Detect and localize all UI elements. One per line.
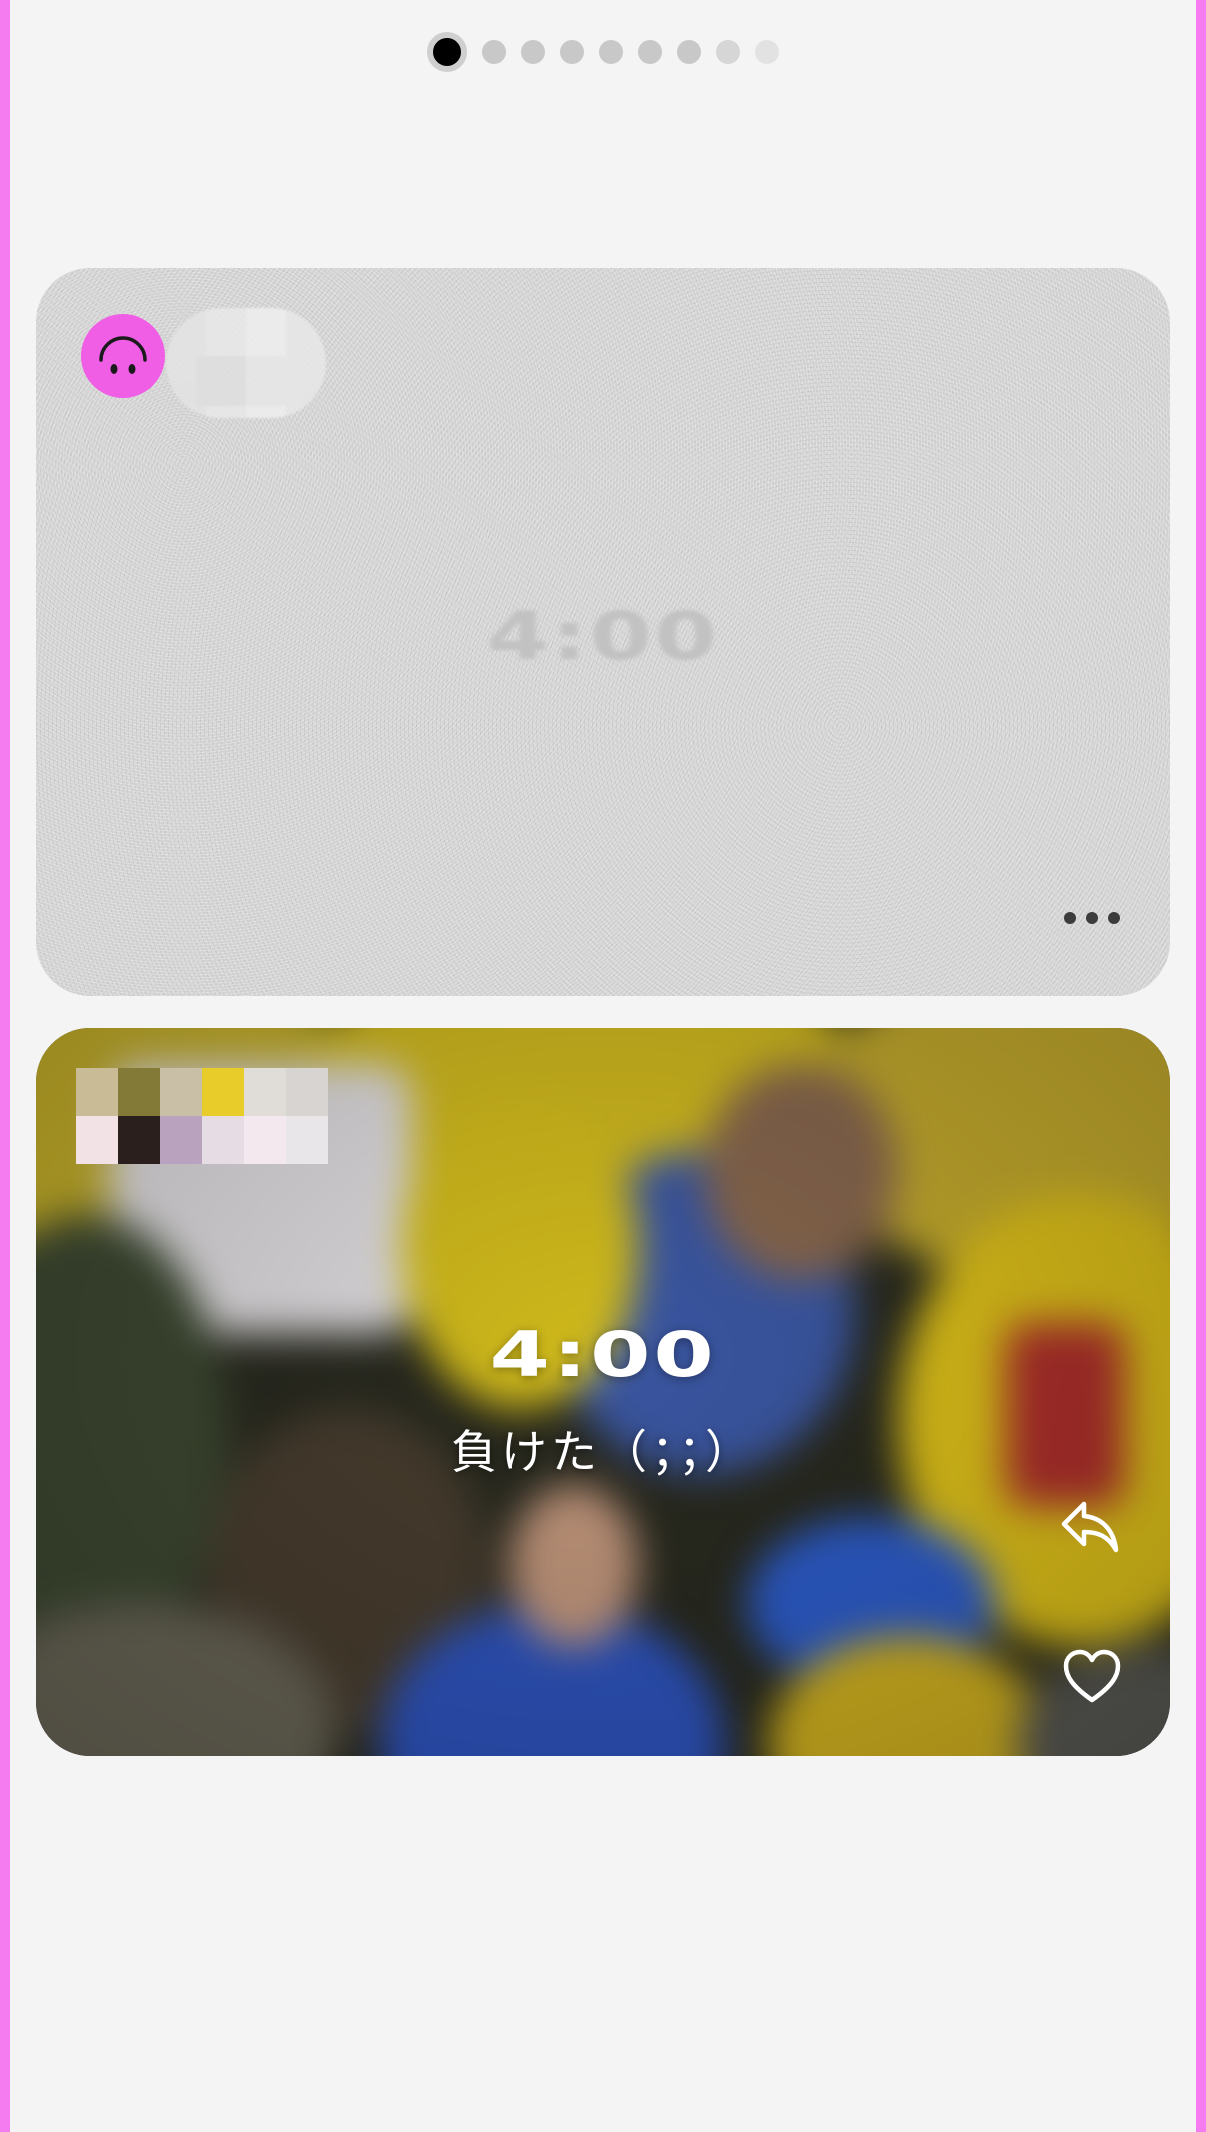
post-caption: 負けた（；；） — [451, 1425, 755, 1479]
frame-left-edge — [0, 0, 10, 2132]
post-time: 4:00 — [486, 598, 720, 675]
more-dots-icon[interactable] — [1064, 912, 1120, 924]
page-dot[interactable] — [599, 40, 623, 64]
upside-down-smiley-icon — [99, 336, 147, 374]
avatar-pixelated[interactable] — [76, 1068, 336, 1178]
page-indicator — [0, 32, 1206, 72]
page-dot[interactable] — [521, 40, 545, 64]
frame-right-edge — [1196, 0, 1206, 2132]
page-dot[interactable] — [677, 40, 701, 64]
page-dot[interactable] — [482, 40, 506, 64]
heart-icon[interactable] — [1062, 1648, 1122, 1704]
page-dot[interactable] — [755, 40, 779, 64]
post-time: 4:00 — [489, 1318, 717, 1391]
post-card-hidden[interactable]: 4:00 — [36, 268, 1170, 996]
reply-arrow-icon[interactable] — [1058, 1496, 1122, 1556]
page-dot-active[interactable] — [427, 32, 467, 72]
page-dot[interactable] — [716, 40, 740, 64]
username-blurred — [166, 308, 326, 418]
avatar[interactable] — [81, 314, 165, 398]
page-dot[interactable] — [638, 40, 662, 64]
page-dot[interactable] — [560, 40, 584, 64]
post-card-photo[interactable]: 4:00 負けた（；；） — [36, 1028, 1170, 1756]
